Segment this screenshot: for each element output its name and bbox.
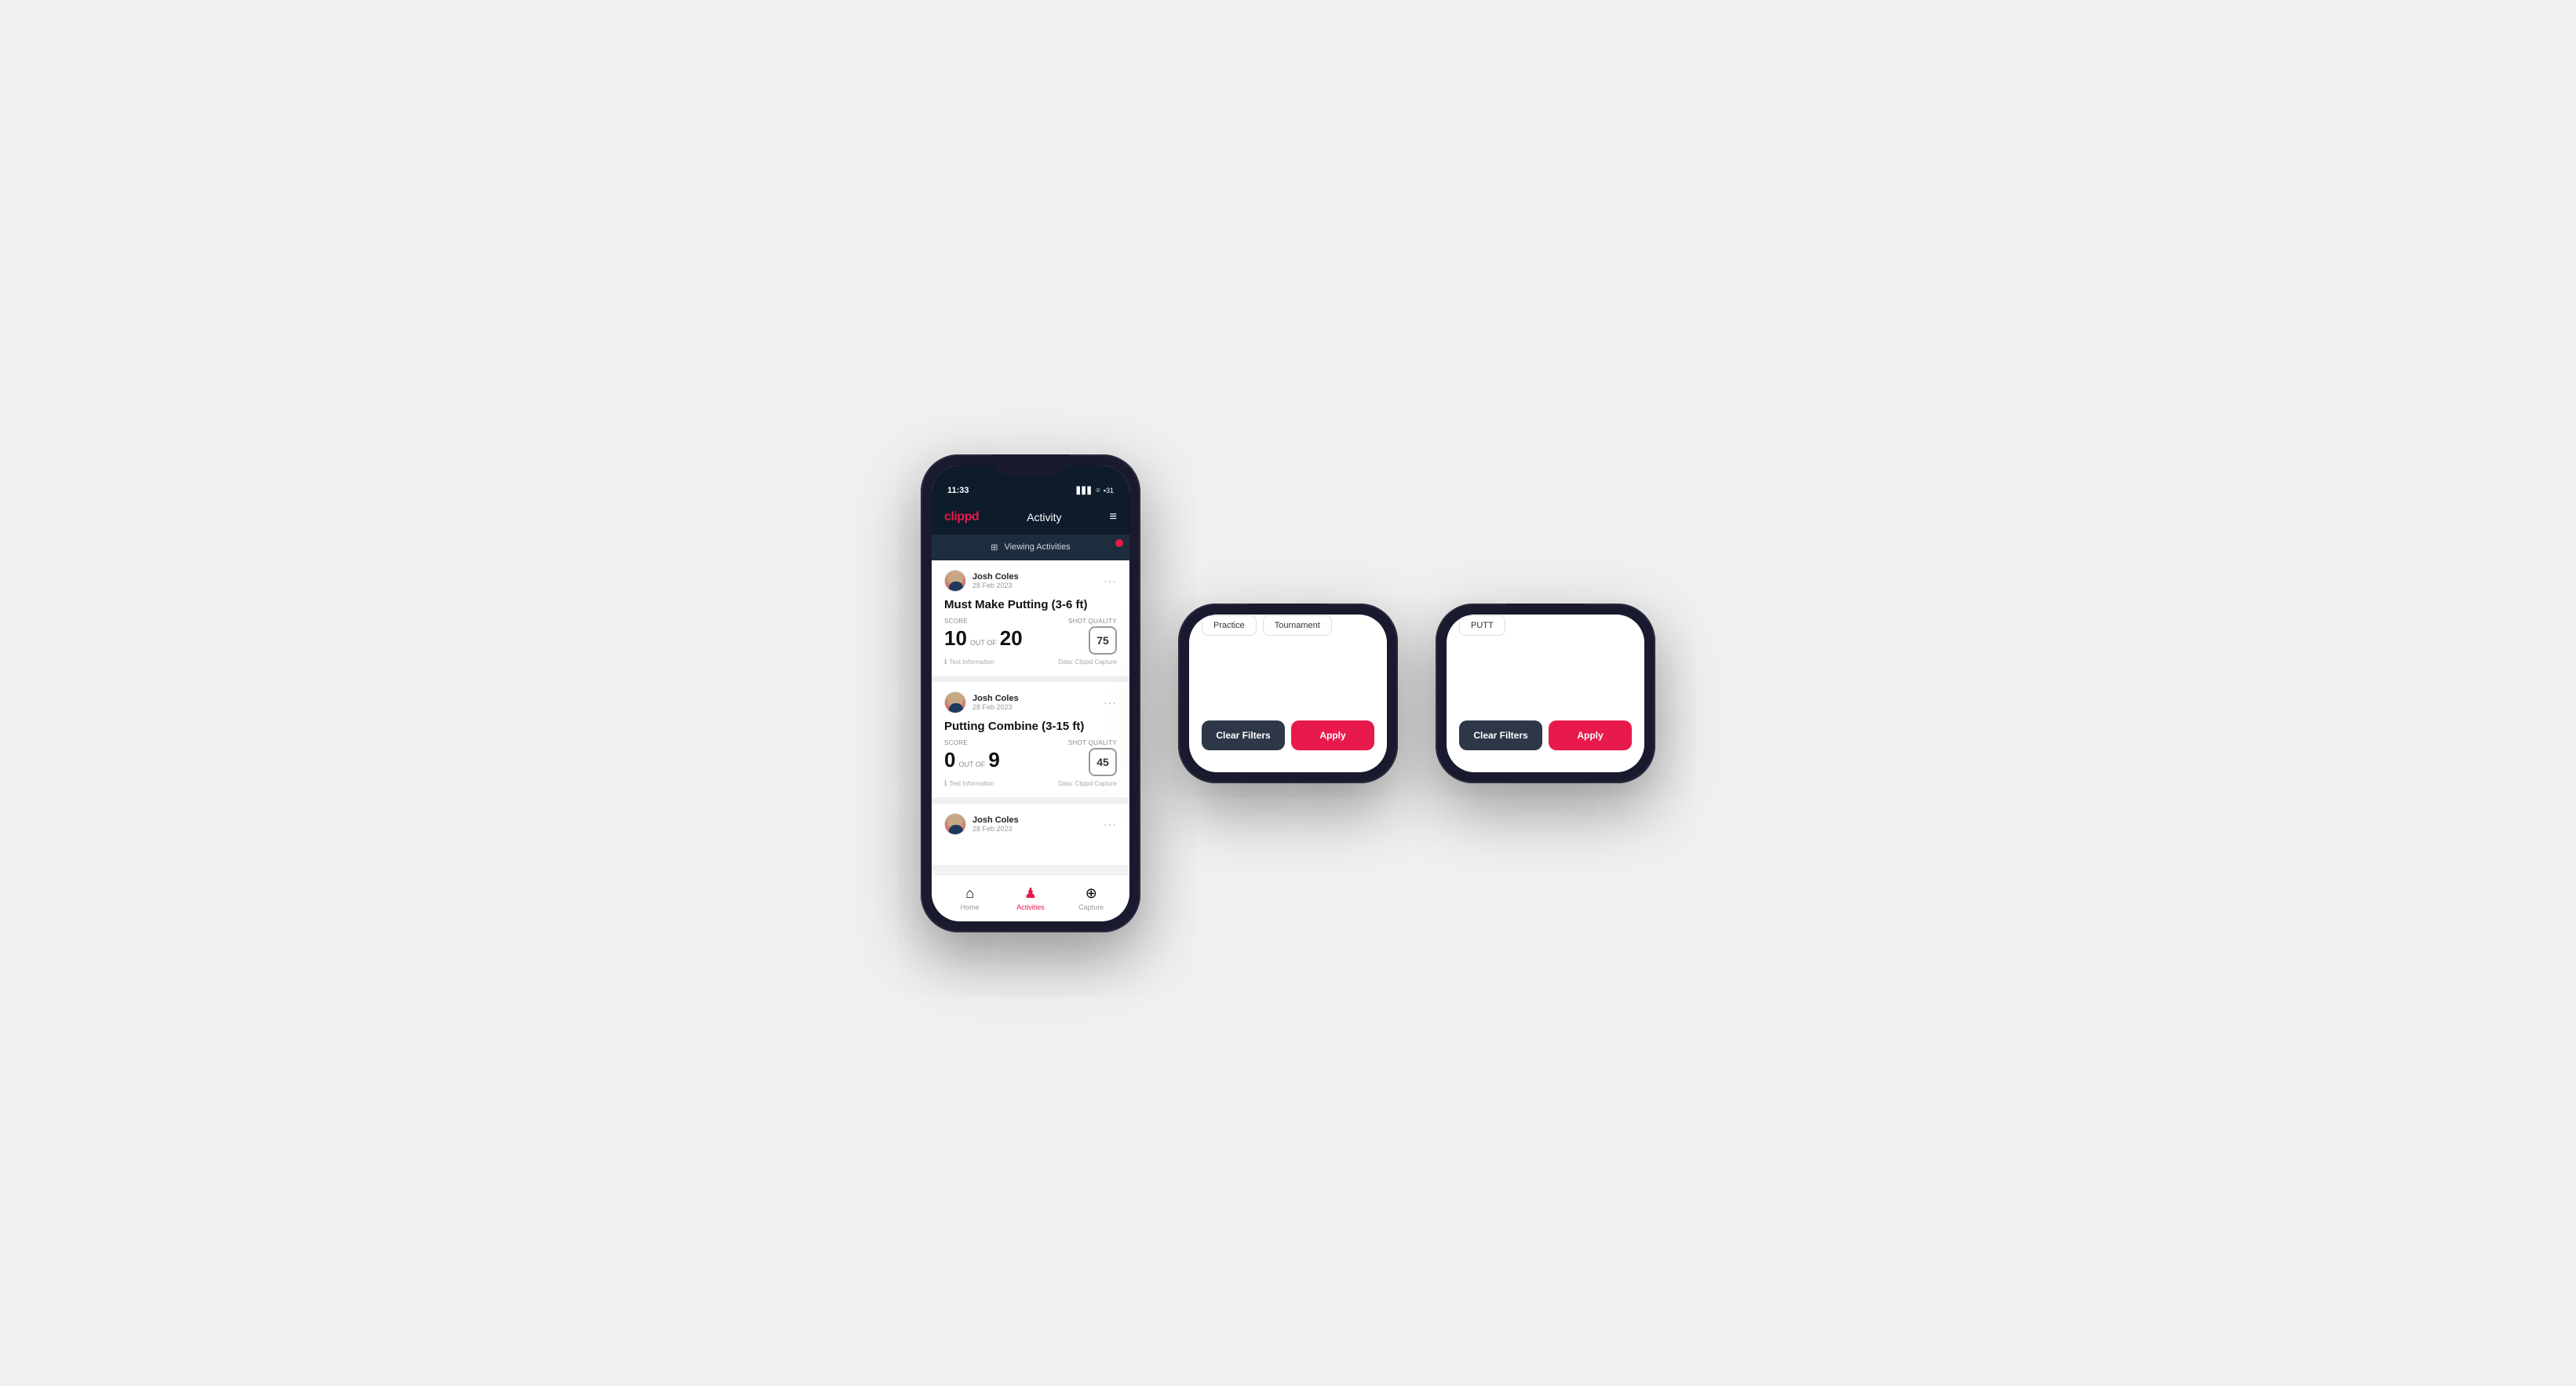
notch [991, 454, 1070, 475]
card-header: Josh Coles 28 Feb 2023 ··· [944, 691, 1117, 713]
tab-activities-label: Activities [1016, 903, 1045, 911]
score-value: 0 [944, 748, 955, 772]
card-user: Josh Coles 28 Feb 2023 [944, 691, 1019, 713]
card-options[interactable]: ··· [1104, 818, 1117, 830]
sq-label: Shot Quality [1068, 739, 1117, 746]
activity-title: Putting Combine (3-15 ft) [944, 720, 1117, 733]
viewing-label: Viewing Activities [1005, 542, 1071, 552]
clear-filters-button[interactable]: Clear Filters [1459, 720, 1542, 750]
card-header: Josh Coles 28 Feb 2023 ··· [944, 570, 1117, 592]
signal-icon: ▋▋▋ [1077, 487, 1093, 495]
user-name: Josh Coles [972, 694, 1019, 703]
activity-card: Josh Coles 28 Feb 2023 ··· Must Make Put… [932, 560, 1129, 682]
clear-filters-button[interactable]: Clear Filters [1202, 720, 1285, 750]
avatar-image [945, 692, 965, 713]
out-of-label: OUT OF [958, 760, 985, 768]
activity-card: Josh Coles 28 Feb 2023 ··· [932, 804, 1129, 871]
app-logo: clippd [944, 510, 979, 524]
shots-value: 20 [1000, 626, 1023, 651]
pill-practice[interactable]: Practice [1202, 615, 1257, 636]
viewing-bar[interactable]: ⊞ Viewing Activities [932, 534, 1129, 560]
home-icon: ⌂ [965, 885, 974, 902]
nav-title: Activity [1027, 511, 1061, 523]
nav-bar: clippd Activity ≡ [932, 500, 1129, 534]
filter-actions: Clear Filters Apply [1202, 711, 1374, 760]
tab-capture[interactable]: ⊕ Capture [1061, 885, 1122, 911]
score-value: 10 [944, 626, 967, 651]
filter-sheet: Filter ✕ Show Rounds Practice Drills Rou… [1189, 615, 1387, 772]
shot-quality-badge: 75 [1089, 626, 1117, 655]
tab-bar: ⌂ Home ♟ Activities ⊕ Capture [932, 874, 1129, 921]
data-source: Data: Clippd Capture [1058, 780, 1117, 787]
pill-tournament[interactable]: Tournament [1263, 615, 1332, 636]
test-info: ℹ Test Information [944, 658, 994, 666]
score-label: Score [944, 739, 1068, 746]
filter-sheet: Filter ✕ Show Rounds Practice Drills Pra… [1447, 615, 1644, 772]
card-options[interactable]: ··· [1104, 696, 1117, 709]
user-date: 28 Feb 2023 [972, 703, 1019, 711]
card-footer: ℹ Test Information Data: Clippd Capture [944, 779, 1117, 788]
status-icons: ▋▋▋ ⌾ ▪31 [1077, 487, 1114, 495]
phone-screen-2: 11:33 ▋▋▋ ⌾ ▪31 clippd Activity ≡ ⊞ View… [1189, 615, 1387, 772]
out-of-label: OUT OF [970, 639, 997, 647]
filter-icon: ⊞ [991, 542, 998, 553]
activity-card: Josh Coles 28 Feb 2023 ··· Putting Combi… [932, 682, 1129, 804]
avatar-image [945, 814, 965, 834]
card-user: Josh Coles 28 Feb 2023 [944, 813, 1019, 835]
apply-button[interactable]: Apply [1291, 720, 1374, 750]
bottom-spacer [1202, 760, 1374, 772]
activity-title: Must Make Putting (3-6 ft) [944, 598, 1117, 611]
score-label: Score [944, 618, 1068, 625]
bottom-spacer [1459, 760, 1632, 772]
tab-capture-label: Capture [1078, 903, 1104, 911]
user-date: 28 Feb 2023 [972, 582, 1019, 589]
user-name: Josh Coles [972, 815, 1019, 825]
rounds-pills: Practice Tournament [1202, 615, 1374, 636]
avatar-image [945, 571, 965, 591]
scene: 11:33 ▋▋▋ ⌾ ▪31 clippd Activity ≡ ⊞ View… [889, 407, 1687, 979]
card-options[interactable]: ··· [1104, 574, 1117, 587]
shot-quality-badge: 45 [1089, 748, 1117, 776]
wifi-icon: ⌾ [1096, 487, 1100, 495]
phone-screen-1: 11:33 ▋▋▋ ⌾ ▪31 clippd Activity ≡ ⊞ View… [932, 465, 1129, 921]
phone-screen-3: 11:33 ▋▋▋ ⌾ ▪31 clippd Activity ≡ ⊞ View… [1447, 615, 1644, 772]
card-header: Josh Coles 28 Feb 2023 ··· [944, 813, 1117, 835]
avatar [944, 691, 966, 713]
menu-icon[interactable]: ≡ [1110, 510, 1117, 524]
tab-activities[interactable]: ♟ Activities [1000, 885, 1060, 911]
phone-2: 11:33 ▋▋▋ ⌾ ▪31 clippd Activity ≡ ⊞ View… [1178, 604, 1398, 783]
test-info: ℹ Test Information [944, 779, 994, 788]
battery-icon: ▪31 [1104, 487, 1114, 494]
user-name: Josh Coles [972, 572, 1019, 582]
user-date: 28 Feb 2023 [972, 825, 1019, 833]
avatar [944, 570, 966, 592]
tab-home[interactable]: ⌂ Home [940, 885, 1000, 911]
data-source: Data: Clippd Capture [1058, 658, 1117, 666]
drills-pills: OTT APP ARG PUTT [1459, 615, 1632, 636]
activity-list: Josh Coles 28 Feb 2023 ··· Must Make Put… [932, 560, 1129, 874]
capture-icon: ⊕ [1085, 885, 1097, 902]
phone-1: 11:33 ▋▋▋ ⌾ ▪31 clippd Activity ≡ ⊞ View… [921, 454, 1140, 932]
phone-3: 11:33 ▋▋▋ ⌾ ▪31 clippd Activity ≡ ⊞ View… [1436, 604, 1655, 783]
avatar [944, 813, 966, 835]
tab-home-label: Home [961, 903, 980, 911]
notification-dot [1115, 539, 1123, 547]
pill-putt[interactable]: PUTT [1459, 615, 1505, 636]
activities-icon: ♟ [1024, 885, 1037, 902]
sq-label: Shot Quality [1068, 618, 1117, 625]
card-footer: ℹ Test Information Data: Clippd Capture [944, 658, 1117, 666]
card-user: Josh Coles 28 Feb 2023 [944, 570, 1019, 592]
shots-value: 9 [988, 748, 999, 772]
status-time: 11:33 [947, 486, 969, 495]
apply-button[interactable]: Apply [1549, 720, 1632, 750]
filter-actions: Clear Filters Apply [1459, 711, 1632, 760]
